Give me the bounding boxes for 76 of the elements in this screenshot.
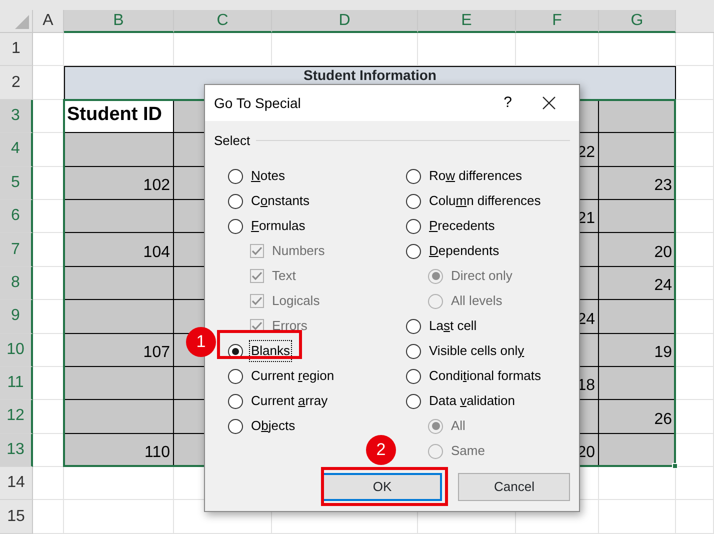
option-label[interactable]: Precedents xyxy=(427,215,497,237)
column-header[interactable]: C xyxy=(174,10,272,33)
radio-button[interactable] xyxy=(406,394,421,408)
radio-button[interactable] xyxy=(406,244,421,258)
row-header[interactable]: 3 xyxy=(0,100,33,134)
radio-button[interactable] xyxy=(406,344,421,358)
column-header[interactable]: E xyxy=(418,10,516,33)
option-label[interactable]: Formulas xyxy=(249,215,308,237)
row-header[interactable]: 9 xyxy=(0,300,33,334)
option-label[interactable]: Notes xyxy=(249,165,287,187)
table-cell: 23 xyxy=(599,166,676,200)
row-header[interactable]: 8 xyxy=(0,266,33,300)
table-title: Student Information xyxy=(304,68,436,84)
radio-button[interactable] xyxy=(406,194,421,208)
option-label[interactable]: Row differences xyxy=(427,165,524,187)
table-cell: 107 xyxy=(64,334,174,367)
radio-button[interactable] xyxy=(228,168,243,184)
radio-button[interactable] xyxy=(406,168,421,184)
option-label[interactable]: Blanks xyxy=(249,340,292,362)
column-heading: Student ID xyxy=(64,100,174,134)
column-header[interactable]: G xyxy=(599,10,676,33)
row-header[interactable]: 5 xyxy=(0,166,33,200)
row-header[interactable]: 11 xyxy=(0,366,33,400)
table-cell: 24 xyxy=(599,266,676,300)
option-label[interactable]: Constants xyxy=(249,190,312,212)
empty-cell[interactable] xyxy=(64,467,174,500)
table-cell: 110 xyxy=(64,434,174,468)
close-icon[interactable] xyxy=(542,96,556,110)
row-header[interactable]: 10 xyxy=(0,334,33,367)
row-header[interactable]: 4 xyxy=(0,133,33,167)
column-header[interactable]: F xyxy=(516,10,599,33)
table-cell: 102 xyxy=(64,166,174,200)
column-header[interactable]: D xyxy=(272,10,418,33)
empty-cell[interactable] xyxy=(676,500,714,534)
radio-button[interactable] xyxy=(228,194,243,208)
corner-triangle-icon xyxy=(15,15,29,29)
row-header[interactable]: 14 xyxy=(0,467,33,500)
option-label[interactable]: Data validation xyxy=(427,390,518,412)
empty-cell[interactable] xyxy=(599,500,676,534)
empty-cell[interactable] xyxy=(64,500,174,534)
empty-cell[interactable] xyxy=(33,500,64,534)
row-header[interactable]: 7 xyxy=(0,233,33,267)
row-header[interactable]: 12 xyxy=(0,400,33,434)
group-label: Select xyxy=(214,132,250,150)
table-cell: 26 xyxy=(599,400,676,434)
radio-button[interactable] xyxy=(406,218,421,234)
row-header[interactable]: 2 xyxy=(0,66,33,100)
row-header[interactable]: 1 xyxy=(0,33,33,66)
cancel-button[interactable]: Cancel xyxy=(458,473,570,501)
select-all-corner[interactable] xyxy=(0,10,33,33)
radio-button[interactable] xyxy=(228,394,243,408)
row-header[interactable]: 6 xyxy=(0,200,33,234)
table-cell: 104 xyxy=(64,233,174,267)
row-header[interactable]: 13 xyxy=(0,434,33,468)
radio-button[interactable] xyxy=(406,368,421,384)
table-cell: 20 xyxy=(599,233,676,267)
help-button[interactable]: ? xyxy=(504,92,512,114)
radio-button[interactable] xyxy=(228,368,243,384)
radio-button[interactable] xyxy=(228,418,243,434)
option-label[interactable]: Visible cells only xyxy=(427,340,526,362)
column-header[interactable]: B xyxy=(64,10,174,33)
column-header[interactable]: A xyxy=(33,10,64,33)
option-label[interactable]: Dependents xyxy=(427,240,502,262)
fill-handle[interactable] xyxy=(672,463,678,470)
radio-button[interactable] xyxy=(228,218,243,234)
empty-cell[interactable] xyxy=(676,33,714,66)
row-header[interactable]: 15 xyxy=(0,500,33,534)
option-label[interactable]: Objects xyxy=(249,415,298,437)
radio-button[interactable] xyxy=(406,318,421,334)
option-label[interactable]: Last cell xyxy=(427,315,479,337)
table-cell: 19 xyxy=(599,334,676,367)
dialog-title: Go To Special xyxy=(214,94,302,113)
ok-button[interactable]: OK xyxy=(322,473,442,501)
option-label[interactable]: Current array xyxy=(249,390,330,412)
empty-cell[interactable] xyxy=(33,467,64,500)
option-label[interactable]: Current region xyxy=(249,365,336,387)
